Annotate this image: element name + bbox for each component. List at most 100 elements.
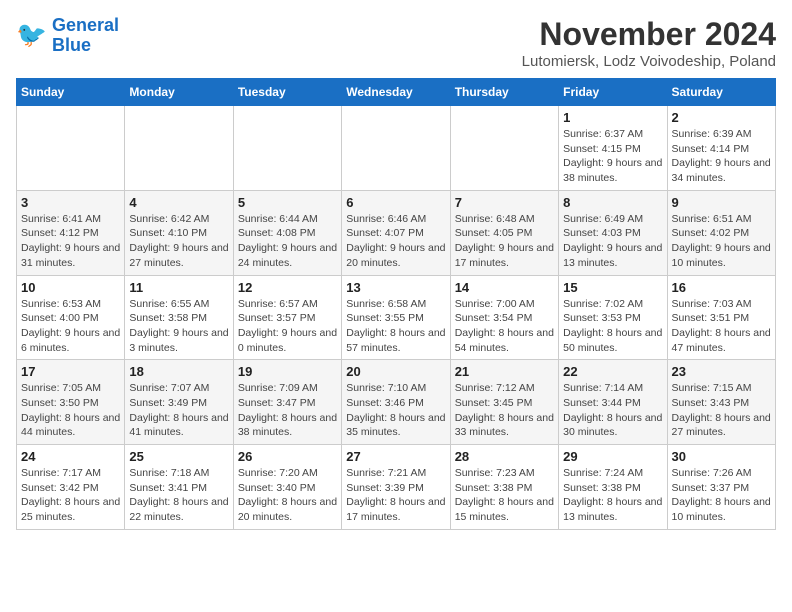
day-number: 8	[563, 195, 662, 210]
calendar-cell: 5 Sunrise: 6:44 AM Sunset: 4:08 PM Daylig…	[233, 190, 341, 275]
calendar-cell: 18Sunrise: 7:07 AM Sunset: 3:49 PM Dayli…	[125, 360, 233, 445]
calendar-cell	[450, 106, 558, 191]
weekday-header-saturday: Saturday	[667, 79, 775, 106]
calendar-cell	[125, 106, 233, 191]
calendar-cell: 26Sunrise: 7:20 AM Sunset: 3:40 PM Dayli…	[233, 445, 341, 530]
day-number: 10	[21, 280, 120, 295]
calendar-cell: 25 Sunrise: 7:18 AM Sunset: 3:41 PM Dayli…	[125, 445, 233, 530]
day-info: Sunrise: 7:10 AM Sunset: 3:46 PM Dayligh…	[346, 381, 445, 440]
day-info: Sunrise: 7:12 AM Sunset: 3:45 PM Dayligh…	[455, 381, 554, 440]
day-info: Sunrise: 7:09 AM Sunset: 3:47 PM Dayligh…	[238, 381, 337, 440]
day-number: 17	[21, 364, 120, 379]
day-number: 5	[238, 195, 337, 210]
calendar-cell: 13 Sunrise: 6:58 AM Sunset: 3:55 PM Dayli…	[342, 275, 450, 360]
logo-general: General	[52, 15, 119, 35]
weekday-header-monday: Monday	[125, 79, 233, 106]
calendar-week-1: 1 Sunrise: 6:37 AM Sunset: 4:15 PM Daylig…	[17, 106, 776, 191]
day-number: 29	[563, 449, 662, 464]
weekday-header-thursday: Thursday	[450, 79, 558, 106]
logo-icon: 🐦	[16, 20, 48, 52]
day-info: Sunrise: 6:39 AM Sunset: 4:14 PM Dayligh…	[672, 127, 771, 186]
day-number: 19	[238, 364, 337, 379]
calendar-week-5: 24 Sunrise: 7:17 AM Sunset: 3:42 PM Dayli…	[17, 445, 776, 530]
day-number: 20	[346, 364, 445, 379]
calendar-cell: 11 Sunrise: 6:55 AM Sunset: 3:58 PM Dayli…	[125, 275, 233, 360]
day-info: Sunrise: 7:24 AM Sunset: 3:38 PM Dayligh…	[563, 466, 662, 525]
day-info: Sunrise: 7:18 AM Sunset: 3:41 PM Dayligh…	[129, 466, 228, 525]
calendar-cell: 20 Sunrise: 7:10 AM Sunset: 3:46 PM Dayli…	[342, 360, 450, 445]
weekday-header-wednesday: Wednesday	[342, 79, 450, 106]
calendar-cell: 16 Sunrise: 7:03 AM Sunset: 3:51 PM Dayli…	[667, 275, 775, 360]
calendar-cell: 29 Sunrise: 7:24 AM Sunset: 3:38 PM Dayli…	[559, 445, 667, 530]
calendar-cell: 14Sunrise: 7:00 AM Sunset: 3:54 PM Dayli…	[450, 275, 558, 360]
day-info: Sunrise: 7:02 AM Sunset: 3:53 PM Dayligh…	[563, 297, 662, 356]
calendar-cell: 27Sunrise: 7:21 AM Sunset: 3:39 PM Dayli…	[342, 445, 450, 530]
calendar-cell: 1 Sunrise: 6:37 AM Sunset: 4:15 PM Daylig…	[559, 106, 667, 191]
day-number: 16	[672, 280, 771, 295]
logo-blue: Blue	[52, 35, 91, 55]
calendar-cell: 2 Sunrise: 6:39 AM Sunset: 4:14 PM Daylig…	[667, 106, 775, 191]
day-number: 9	[672, 195, 771, 210]
day-number: 4	[129, 195, 228, 210]
calendar-cell: 22 Sunrise: 7:14 AM Sunset: 3:44 PM Dayli…	[559, 360, 667, 445]
day-info: Sunrise: 6:46 AM Sunset: 4:07 PM Dayligh…	[346, 212, 445, 271]
day-number: 18	[129, 364, 228, 379]
day-info: Sunrise: 6:57 AM Sunset: 3:57 PM Dayligh…	[238, 297, 337, 356]
calendar-cell: 10 Sunrise: 6:53 AM Sunset: 4:00 PM Dayli…	[17, 275, 125, 360]
day-number: 15	[563, 280, 662, 295]
weekday-header-friday: Friday	[559, 79, 667, 106]
day-info: Sunrise: 7:00 AM Sunset: 3:54 PM Dayligh…	[455, 297, 554, 356]
day-info: Sunrise: 7:17 AM Sunset: 3:42 PM Dayligh…	[21, 466, 120, 525]
calendar-cell: 4 Sunrise: 6:42 AM Sunset: 4:10 PM Daylig…	[125, 190, 233, 275]
calendar-cell	[17, 106, 125, 191]
day-number: 24	[21, 449, 120, 464]
day-number: 13	[346, 280, 445, 295]
calendar-cell	[342, 106, 450, 191]
day-info: Sunrise: 7:23 AM Sunset: 3:38 PM Dayligh…	[455, 466, 554, 525]
day-info: Sunrise: 7:14 AM Sunset: 3:44 PM Dayligh…	[563, 381, 662, 440]
day-info: Sunrise: 6:49 AM Sunset: 4:03 PM Dayligh…	[563, 212, 662, 271]
title-section: November 2024 Lutomiersk, Lodz Voivodesh…	[522, 16, 776, 70]
day-info: Sunrise: 6:44 AM Sunset: 4:08 PM Dayligh…	[238, 212, 337, 271]
calendar-table: SundayMondayTuesdayWednesdayThursdayFrid…	[16, 78, 776, 530]
calendar-cell: 17 Sunrise: 7:05 AM Sunset: 3:50 PM Dayli…	[17, 360, 125, 445]
calendar-week-2: 3Sunrise: 6:41 AM Sunset: 4:12 PM Daylig…	[17, 190, 776, 275]
day-number: 22	[563, 364, 662, 379]
day-info: Sunrise: 7:05 AM Sunset: 3:50 PM Dayligh…	[21, 381, 120, 440]
month-title: November 2024	[522, 16, 776, 53]
calendar-cell: 30 Sunrise: 7:26 AM Sunset: 3:37 PM Dayli…	[667, 445, 775, 530]
day-number: 28	[455, 449, 554, 464]
day-info: Sunrise: 7:03 AM Sunset: 3:51 PM Dayligh…	[672, 297, 771, 356]
calendar-week-3: 10 Sunrise: 6:53 AM Sunset: 4:00 PM Dayli…	[17, 275, 776, 360]
calendar-cell: 7 Sunrise: 6:48 AM Sunset: 4:05 PM Daylig…	[450, 190, 558, 275]
calendar-cell: 24 Sunrise: 7:17 AM Sunset: 3:42 PM Dayli…	[17, 445, 125, 530]
day-info: Sunrise: 6:48 AM Sunset: 4:05 PM Dayligh…	[455, 212, 554, 271]
day-info: Sunrise: 6:42 AM Sunset: 4:10 PM Dayligh…	[129, 212, 228, 271]
day-info: Sunrise: 7:26 AM Sunset: 3:37 PM Dayligh…	[672, 466, 771, 525]
day-number: 30	[672, 449, 771, 464]
weekday-header-tuesday: Tuesday	[233, 79, 341, 106]
calendar-week-4: 17 Sunrise: 7:05 AM Sunset: 3:50 PM Dayli…	[17, 360, 776, 445]
day-info: Sunrise: 6:58 AM Sunset: 3:55 PM Dayligh…	[346, 297, 445, 356]
calendar-cell: 21 Sunrise: 7:12 AM Sunset: 3:45 PM Dayli…	[450, 360, 558, 445]
day-number: 1	[563, 110, 662, 125]
day-number: 21	[455, 364, 554, 379]
svg-text:🐦: 🐦	[16, 21, 47, 49]
day-number: 7	[455, 195, 554, 210]
day-info: Sunrise: 6:37 AM Sunset: 4:15 PM Dayligh…	[563, 127, 662, 186]
day-info: Sunrise: 6:51 AM Sunset: 4:02 PM Dayligh…	[672, 212, 771, 271]
calendar-cell: 8 Sunrise: 6:49 AM Sunset: 4:03 PM Daylig…	[559, 190, 667, 275]
logo-text: General Blue	[52, 16, 119, 56]
calendar-cell	[233, 106, 341, 191]
day-info: Sunrise: 7:15 AM Sunset: 3:43 PM Dayligh…	[672, 381, 771, 440]
day-number: 25	[129, 449, 228, 464]
weekday-header-sunday: Sunday	[17, 79, 125, 106]
day-number: 2	[672, 110, 771, 125]
day-info: Sunrise: 6:55 AM Sunset: 3:58 PM Dayligh…	[129, 297, 228, 356]
day-number: 11	[129, 280, 228, 295]
calendar-cell: 28 Sunrise: 7:23 AM Sunset: 3:38 PM Dayli…	[450, 445, 558, 530]
day-info: Sunrise: 6:53 AM Sunset: 4:00 PM Dayligh…	[21, 297, 120, 356]
day-number: 12	[238, 280, 337, 295]
calendar-cell: 9 Sunrise: 6:51 AM Sunset: 4:02 PM Daylig…	[667, 190, 775, 275]
day-number: 26	[238, 449, 337, 464]
